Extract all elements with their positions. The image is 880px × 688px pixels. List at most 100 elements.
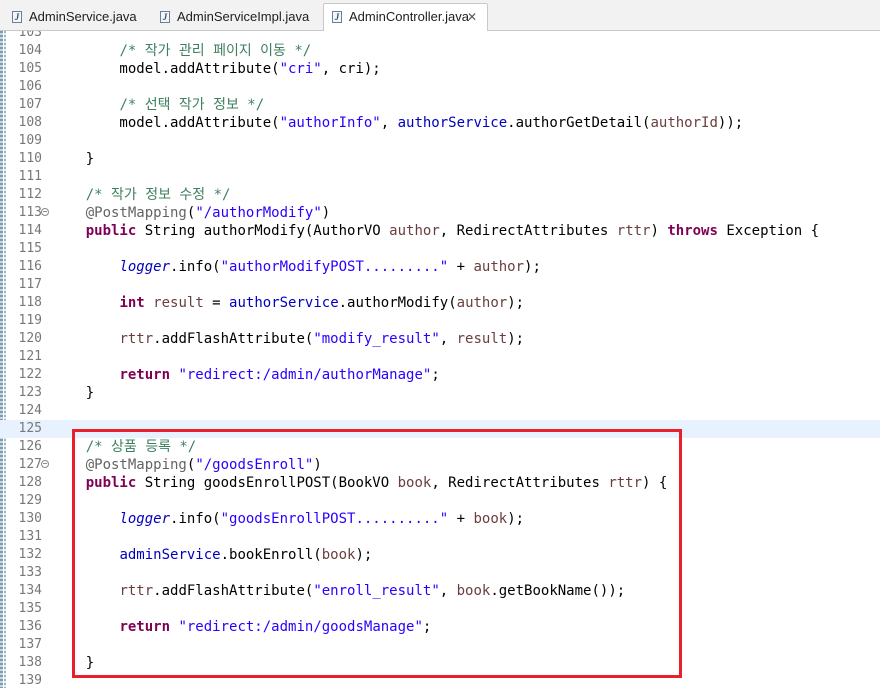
code-line[interactable]: 124 bbox=[0, 402, 880, 420]
code-token: } bbox=[52, 385, 95, 401]
code-line[interactable]: 108 model.addAttribute("authorInfo", aut… bbox=[0, 114, 880, 132]
code-token: )); bbox=[717, 115, 744, 131]
code-line[interactable]: 117 bbox=[0, 276, 880, 294]
fold-toggle-icon[interactable]: − bbox=[41, 208, 49, 216]
code-line[interactable]: 104 /* 작가 관리 페이지 이동 */ bbox=[0, 42, 880, 60]
code-line[interactable]: 106 bbox=[0, 78, 880, 96]
code-token: rttr bbox=[616, 223, 651, 239]
code-line[interactable]: 118 int result = authorService.authorMod… bbox=[0, 294, 880, 312]
code-token: ); bbox=[507, 331, 525, 347]
line-number: 134 bbox=[18, 583, 42, 598]
code-line[interactable]: 134 rttr.addFlashAttribute("enroll_resul… bbox=[0, 582, 880, 600]
code-token: "redirect:/admin/authorManage" bbox=[178, 367, 432, 383]
code-line[interactable]: 123 } bbox=[0, 384, 880, 402]
line-number: 115 bbox=[18, 241, 42, 256]
line-number: 125 bbox=[18, 421, 42, 436]
code-token: "cri" bbox=[279, 61, 322, 77]
code-line[interactable]: 126 /* 상품 등록 */ bbox=[0, 438, 880, 456]
code-text: model.addAttribute("cri", cri); bbox=[52, 60, 380, 78]
line-number: 126 bbox=[18, 439, 42, 454]
code-token: ); bbox=[507, 295, 525, 311]
code-text: logger.info("authorModifyPOST........." … bbox=[52, 258, 540, 276]
code-token: .getBookName()); bbox=[490, 583, 626, 599]
code-text: adminService.bookEnroll(book); bbox=[52, 546, 372, 564]
line-number: 135 bbox=[18, 601, 42, 616]
code-line[interactable]: 131 bbox=[0, 528, 880, 546]
code-line[interactable]: 111 bbox=[0, 168, 880, 186]
code-line[interactable]: 129 bbox=[0, 492, 880, 510]
code-token: = bbox=[203, 295, 230, 311]
code-line[interactable]: 103 bbox=[0, 31, 880, 42]
code-token: adminService bbox=[119, 547, 221, 563]
code-line[interactable]: 113− @PostMapping("/authorModify") bbox=[0, 204, 880, 222]
code-text: return "redirect:/admin/authorManage"; bbox=[52, 366, 439, 384]
code-token: authorService bbox=[397, 115, 508, 131]
code-line[interactable]: 121 bbox=[0, 348, 880, 366]
code-line[interactable]: 114 public String authorModify(AuthorVO … bbox=[0, 222, 880, 240]
line-number: 118 bbox=[18, 295, 42, 310]
code-line[interactable]: 136 return "redirect:/admin/goodsManage"… bbox=[0, 618, 880, 636]
code-line[interactable]: 133 bbox=[0, 564, 880, 582]
code-text: model.addAttribute("authorInfo", authorS… bbox=[52, 114, 743, 132]
line-number: 113 bbox=[18, 205, 42, 220]
code-line[interactable]: 116 logger.info("authorModifyPOST.......… bbox=[0, 258, 880, 276]
code-token: /* 작가 정보 수정 */ bbox=[85, 187, 231, 203]
code-token: + bbox=[448, 511, 474, 527]
code-line[interactable]: 128 public String goodsEnrollPOST(BookVO… bbox=[0, 474, 880, 492]
close-tab-icon[interactable]: ✕ bbox=[467, 5, 477, 30]
code-text: rttr.addFlashAttribute("enroll_result", … bbox=[52, 582, 625, 600]
line-number: 123 bbox=[18, 385, 42, 400]
code-token: , RedirectAttributes bbox=[439, 223, 617, 239]
code-line[interactable]: 137 bbox=[0, 636, 880, 654]
code-token: author bbox=[456, 295, 508, 311]
code-line[interactable]: 125 bbox=[0, 420, 880, 438]
line-number: 108 bbox=[18, 115, 42, 130]
fold-toggle-icon[interactable]: − bbox=[41, 460, 49, 468]
code-token: "/goodsEnroll" bbox=[195, 457, 314, 473]
tab-admin-controller[interactable]: J AdminController.java ✕ bbox=[323, 3, 488, 31]
code-line[interactable]: 119 bbox=[0, 312, 880, 330]
code-line[interactable]: 122 return "redirect:/admin/authorManage… bbox=[0, 366, 880, 384]
code-token: logger bbox=[119, 259, 171, 275]
tab-admin-service[interactable]: J AdminService.java bbox=[4, 4, 150, 29]
code-token: book bbox=[456, 583, 491, 599]
line-number: 131 bbox=[18, 529, 42, 544]
code-token: public bbox=[85, 475, 137, 491]
code-line[interactable]: 107 /* 선택 작가 정보 */ bbox=[0, 96, 880, 114]
code-text: return "redirect:/admin/goodsManage"; bbox=[52, 618, 431, 636]
code-line[interactable]: 138 } bbox=[0, 654, 880, 672]
tab-admin-service-impl[interactable]: J AdminServiceImpl.java bbox=[152, 4, 322, 29]
code-token: public bbox=[85, 223, 137, 239]
code-text: /* 선택 작가 정보 */ bbox=[52, 96, 264, 114]
code-line[interactable]: 112 /* 작가 정보 수정 */ bbox=[0, 186, 880, 204]
code-text: public String goodsEnrollPOST(BookVO boo… bbox=[52, 474, 668, 492]
code-token: book bbox=[473, 511, 508, 527]
line-number: 103 bbox=[18, 31, 42, 40]
code-text: } bbox=[52, 150, 94, 168]
code-line[interactable]: 105 model.addAttribute("cri", cri); bbox=[0, 60, 880, 78]
code-token: , bbox=[439, 583, 457, 599]
code-line[interactable]: 135 bbox=[0, 600, 880, 618]
code-line[interactable]: 127− @PostMapping("/goodsEnroll") bbox=[0, 456, 880, 474]
code-line[interactable]: 130 logger.info("goodsEnrollPOST........… bbox=[0, 510, 880, 528]
code-token: + bbox=[448, 259, 474, 275]
java-file-icon: J bbox=[160, 11, 170, 23]
java-file-icon: J bbox=[12, 11, 22, 23]
tab-label: AdminService.java bbox=[29, 9, 137, 24]
code-token: } bbox=[52, 151, 95, 167]
code-editor[interactable]: 103 104 /* 작가 관리 페이지 이동 */105 model.addAt… bbox=[0, 31, 880, 688]
code-line[interactable]: 132 adminService.bookEnroll(book); bbox=[0, 546, 880, 564]
line-number: 117 bbox=[18, 277, 42, 292]
code-line[interactable]: 139 bbox=[0, 672, 880, 688]
code-line[interactable]: 110 } bbox=[0, 150, 880, 168]
code-token: String authorModify(AuthorVO bbox=[136, 223, 390, 239]
code-line[interactable]: 109 bbox=[0, 132, 880, 150]
code-line[interactable]: 120 rttr.addFlashAttribute("modify_resul… bbox=[0, 330, 880, 348]
code-line[interactable]: 115 bbox=[0, 240, 880, 258]
java-file-icon: J bbox=[332, 11, 342, 23]
